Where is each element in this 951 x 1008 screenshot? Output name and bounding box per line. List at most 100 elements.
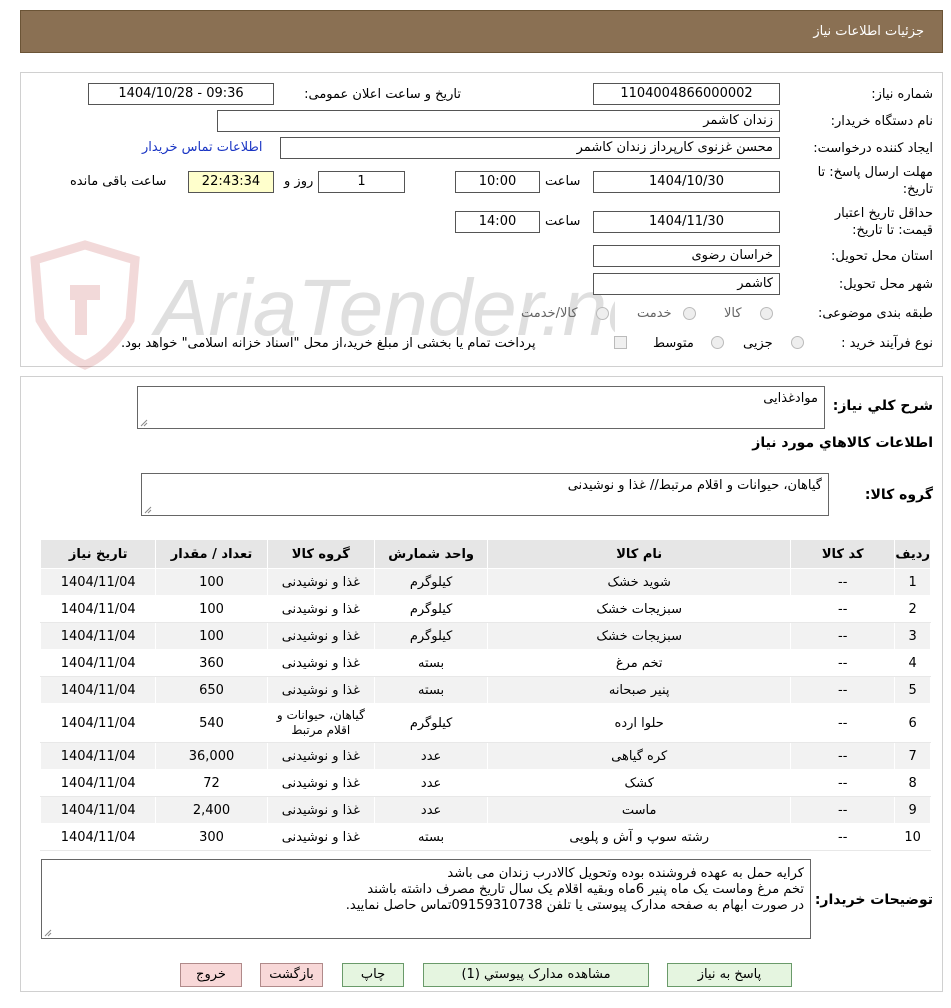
items-heading: اطلاعات کالاهاي مورد نياز bbox=[752, 435, 933, 451]
row-number-cell: 5 bbox=[894, 676, 931, 704]
deadline-date-field: 1404/10/30 bbox=[593, 171, 780, 193]
treasury-checkbox[interactable] bbox=[614, 336, 627, 349]
name-cell: کره گیاهی bbox=[487, 742, 792, 770]
need-number-field: 1104004866000002 bbox=[593, 83, 780, 105]
row-number-cell: 2 bbox=[894, 595, 931, 623]
category-radio-goods[interactable] bbox=[760, 307, 773, 320]
date-cell: 1404/11/04 bbox=[39, 568, 157, 596]
group-cell: گیاهان، حیوانات و اقلام مرتبط bbox=[266, 703, 375, 743]
category-radio-both[interactable] bbox=[596, 307, 609, 320]
print-button[interactable]: چاپ bbox=[342, 963, 404, 987]
category-option-goods: کالا bbox=[724, 306, 742, 321]
process-label: نوع فرآیند خرید : bbox=[841, 336, 933, 351]
remaining-time-field: 22:43:34 bbox=[188, 171, 274, 193]
col-header-row-number: رديف bbox=[894, 539, 931, 569]
unit-cell: عدد bbox=[373, 796, 489, 824]
group-cell: غذا و نوشیدنی bbox=[266, 649, 375, 677]
goods-group-textarea[interactable]: گیاهان، حیوانات و اقلام مرتبط// غذا و نو… bbox=[141, 473, 829, 516]
date-cell: 1404/11/04 bbox=[39, 649, 157, 677]
quantity-cell: 650 bbox=[155, 676, 268, 704]
unit-cell: کیلوگرم bbox=[373, 568, 489, 596]
general-desc-label: شرح کلي نياز: bbox=[832, 398, 933, 414]
deadline-label-2: تاریخ: bbox=[902, 182, 933, 197]
col-header-name: نام کالا bbox=[487, 539, 792, 569]
days-label: روز و bbox=[284, 174, 314, 189]
group-cell: غذا و نوشیدنی bbox=[266, 742, 375, 770]
buyer-contact-link[interactable]: اطلاعات تماس خریدار bbox=[142, 140, 262, 155]
remaining-label: ساعت باقی مانده bbox=[70, 174, 167, 189]
buyer-notes-textarea[interactable]: کرایه حمل به عهده فروشنده بوده وتحویل کا… bbox=[41, 859, 811, 939]
unit-cell: بسته bbox=[373, 823, 489, 851]
quantity-cell: 100 bbox=[155, 595, 268, 623]
buyer-notes-label: توضیحات خریدار: bbox=[814, 892, 933, 908]
resize-grip-icon[interactable] bbox=[144, 506, 152, 514]
table-row: 8 -- کشک عدد غذا و نوشیدنی 72 1404/11/04 bbox=[39, 769, 931, 797]
deadline-time-field: 10:00 bbox=[455, 171, 540, 193]
back-button[interactable]: بازگشت bbox=[260, 963, 323, 987]
validity-time-label: ساعت bbox=[545, 214, 581, 229]
creator-label: ایجاد کننده درخواست: bbox=[813, 141, 933, 156]
category-label: طبقه بندی موضوعی: bbox=[817, 306, 933, 321]
general-desc-textarea[interactable]: موادغذایی bbox=[137, 386, 825, 429]
code-cell: -- bbox=[790, 796, 896, 824]
page-header: جزئیات اطلاعات نیاز bbox=[20, 10, 943, 53]
table-row: 4 -- تخم مرغ بسته غذا و نوشیدنی 360 1404/11/04 bbox=[39, 649, 931, 677]
row-number-cell: 6 bbox=[894, 703, 931, 743]
date-cell: 1404/11/04 bbox=[39, 703, 157, 743]
view-attachments-button[interactable]: مشاهده مدارک پيوستي (1) bbox=[423, 963, 649, 987]
name-cell: رشته سوپ و آش و پلویی bbox=[487, 823, 792, 851]
col-header-unit: واحد شمارش bbox=[373, 539, 489, 569]
table-row: 2 -- سبزیجات خشک کیلوگرم غذا و نوشیدنی 100 140… bbox=[39, 595, 931, 623]
process-radio-medium[interactable] bbox=[711, 336, 724, 349]
table-row: 7 -- کره گیاهی عدد غذا و نوشیدنی 36,000 1404/1… bbox=[39, 742, 931, 770]
process-option-medium: متوسط bbox=[653, 336, 694, 351]
col-header-group: گروه کالا bbox=[266, 539, 375, 569]
group-cell: غذا و نوشیدنی bbox=[266, 676, 375, 704]
date-cell: 1404/11/04 bbox=[39, 823, 157, 851]
table-row: 9 -- ماست عدد غذا و نوشیدنی 2,400 1404/11/04 bbox=[39, 796, 931, 824]
page-title: جزئیات اطلاعات نیاز bbox=[813, 24, 924, 39]
need-number-label: شماره نیاز: bbox=[871, 87, 933, 102]
group-cell: غذا و نوشیدنی bbox=[266, 595, 375, 623]
quantity-cell: 300 bbox=[155, 823, 268, 851]
date-cell: 1404/11/04 bbox=[39, 595, 157, 623]
validity-label-2: قیمت: تا تاریخ: bbox=[852, 223, 933, 238]
table-row: 3 -- سبزیجات خشک کیلوگرم غذا و نوشیدنی 100 140… bbox=[39, 622, 931, 650]
quantity-cell: 36,000 bbox=[155, 742, 268, 770]
city-label: شهر محل تحویل: bbox=[838, 277, 933, 292]
code-cell: -- bbox=[790, 568, 896, 596]
name-cell: کشک bbox=[487, 769, 792, 797]
code-cell: -- bbox=[790, 703, 896, 743]
unit-cell: کیلوگرم bbox=[373, 595, 489, 623]
table-row: 10 -- رشته سوپ و آش و پلویی بسته غذا و نوشید… bbox=[39, 823, 931, 851]
process-radio-minor[interactable] bbox=[791, 336, 804, 349]
province-field: خراسان رضوی bbox=[593, 245, 780, 267]
table-row: 5 -- پنیر صبحانه بسته غذا و نوشیدنی 650 1404/1… bbox=[39, 676, 931, 704]
date-cell: 1404/11/04 bbox=[39, 742, 157, 770]
name-cell: پنیر صبحانه bbox=[487, 676, 792, 704]
reply-button[interactable]: پاسخ به نياز bbox=[667, 963, 792, 987]
unit-cell: عدد bbox=[373, 742, 489, 770]
items-table-body: 1 -- شوید خشک کیلوگرم غذا و نوشیدنی 100 1404/1… bbox=[39, 568, 931, 851]
category-radio-service[interactable] bbox=[683, 307, 696, 320]
table-header-row: رديف کد کالا نام کالا واحد شمارش گروه کا… bbox=[39, 539, 931, 569]
code-cell: -- bbox=[790, 622, 896, 650]
date-cell: 1404/11/04 bbox=[39, 796, 157, 824]
resize-grip-icon[interactable] bbox=[140, 419, 148, 427]
resize-grip-icon[interactable] bbox=[44, 929, 52, 937]
col-header-date: تاریخ نیاز bbox=[39, 539, 157, 569]
quantity-cell: 540 bbox=[155, 703, 268, 743]
exit-button[interactable]: خروج bbox=[180, 963, 242, 987]
name-cell: ماست bbox=[487, 796, 792, 824]
buyer-field: زندان کاشمر bbox=[217, 110, 780, 132]
buyer-notes-line: در صورت ابهام به صفحه مدارک پیوستی یا تل… bbox=[345, 898, 804, 913]
unit-cell: عدد bbox=[373, 769, 489, 797]
group-cell: غذا و نوشیدنی bbox=[266, 568, 375, 596]
date-cell: 1404/11/04 bbox=[39, 769, 157, 797]
table-row: 6 -- حلوا ارده کیلوگرم گیاهان، حیوانات و اقل… bbox=[39, 703, 931, 743]
quantity-cell: 2,400 bbox=[155, 796, 268, 824]
name-cell: حلوا ارده bbox=[487, 703, 792, 743]
row-number-cell: 8 bbox=[894, 769, 931, 797]
col-header-code: کد کالا bbox=[790, 539, 896, 569]
name-cell: شوید خشک bbox=[487, 568, 792, 596]
